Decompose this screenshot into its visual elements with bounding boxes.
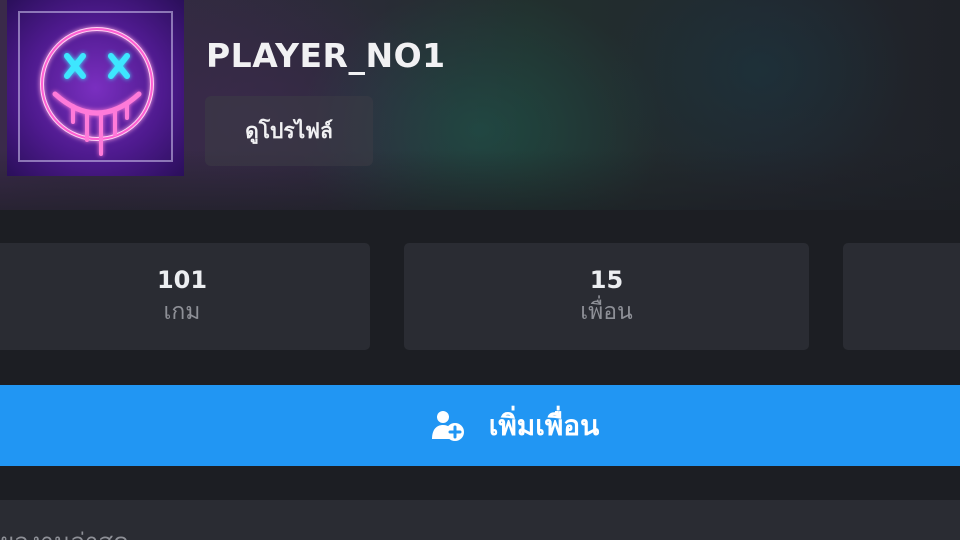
- section-title: ผลงานล่าสุด: [0, 522, 129, 540]
- person-add-icon: [431, 410, 464, 441]
- stat-card-friends[interactable]: 15 เพื่อน: [404, 243, 809, 350]
- stat-label: เพื่อน: [580, 298, 633, 325]
- stat-value: 15: [589, 265, 624, 294]
- neon-smiley-icon: [40, 27, 154, 156]
- stat-card-games[interactable]: 101 เกม: [0, 243, 370, 350]
- view-profile-button[interactable]: ดูโปรไฟล์: [205, 96, 373, 166]
- stat-value: 101: [156, 265, 208, 294]
- stat-label: เกม: [163, 298, 201, 325]
- recent-section: [0, 500, 960, 540]
- add-friend-button[interactable]: เพิ่มเพื่อน: [0, 385, 960, 466]
- avatar[interactable]: [7, 0, 184, 176]
- add-friend-label: เพิ่มเพื่อน: [488, 408, 600, 442]
- player-name: PLAYER_NO1: [206, 36, 446, 75]
- stat-card-third[interactable]: [843, 243, 960, 350]
